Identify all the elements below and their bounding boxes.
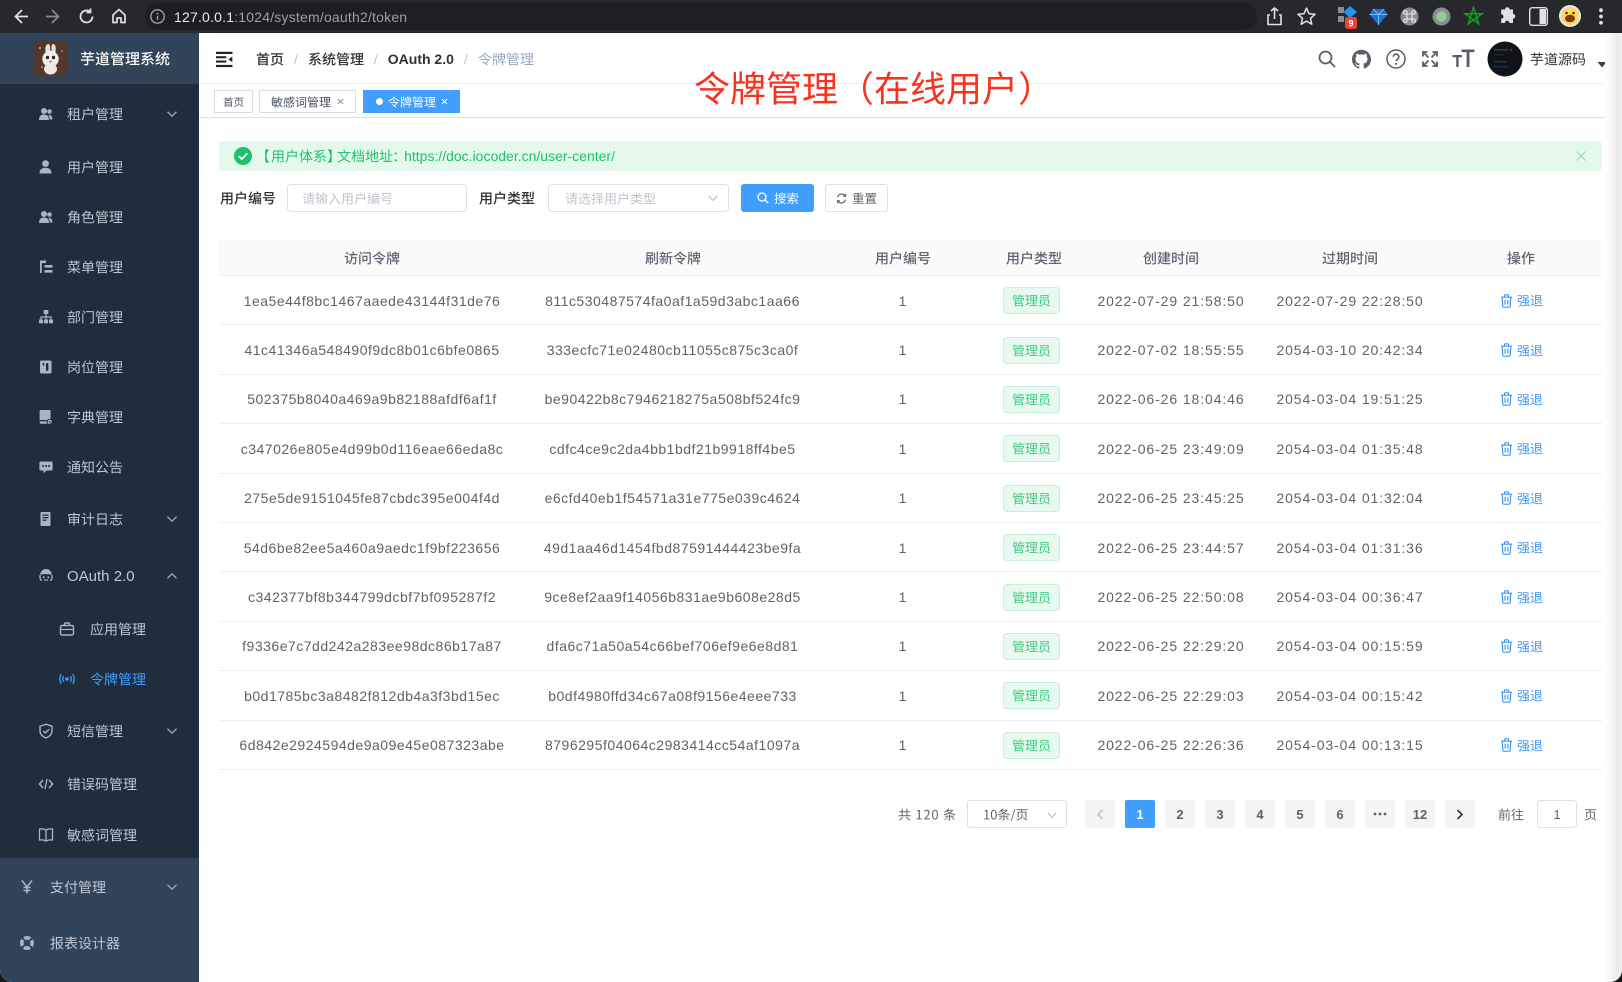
svg-text:9: 9 xyxy=(1348,19,1353,29)
